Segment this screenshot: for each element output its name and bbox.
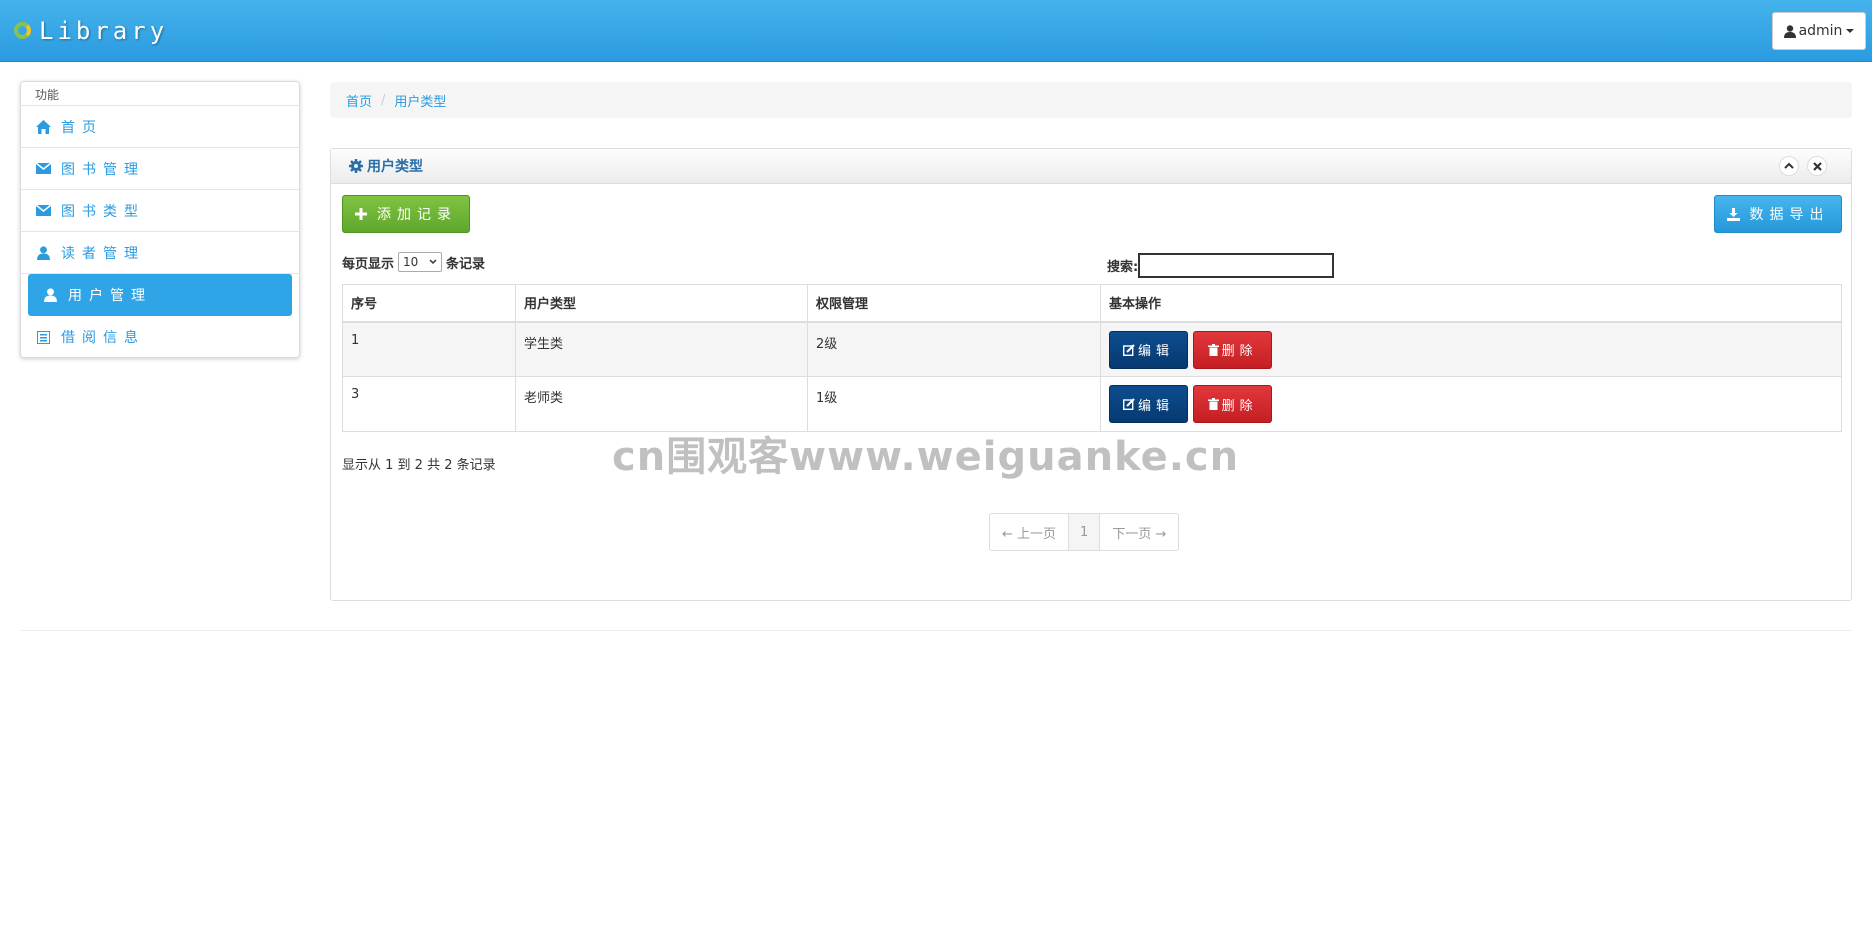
- breadcrumb-separator: /: [381, 92, 386, 108]
- user-type-panel: 用户类型 添加记录 数据导出 每页显示 10 条记录 搜索: 序号 用户类型 权…: [330, 148, 1852, 601]
- table-row: 1 学生类 2级 编辑 删除: [342, 321, 1842, 377]
- sidebar-item-book-types[interactable]: 图书类型: [21, 190, 299, 232]
- page-length-select[interactable]: 10: [398, 252, 443, 272]
- trash-icon: [1207, 398, 1219, 410]
- next-page-button[interactable]: 下一页 →: [1100, 514, 1178, 550]
- sidebar-item-label: 图书类型: [61, 203, 145, 220]
- edit-label: 编辑: [1137, 344, 1174, 359]
- table-info: 显示从 1 到 2 共 2 条记录: [342, 458, 496, 473]
- sidebar-item-borrow-info[interactable]: 借阅信息: [21, 316, 299, 358]
- page-length-control: 每页显示 10 条记录: [342, 252, 485, 272]
- user-name: admin: [1798, 23, 1843, 39]
- user-icon: [35, 245, 51, 261]
- sidebar: 功能 首页 图书管理 图书类型 读者管理 用户管理 借阅信息: [20, 81, 300, 358]
- footer-divider: [20, 630, 1852, 631]
- prev-page-button[interactable]: ← 上一页: [990, 514, 1068, 550]
- edit-icon: [1122, 343, 1135, 356]
- watermark: cn围观客www.weiguanke.cn: [612, 434, 1240, 480]
- add-record-button[interactable]: 添加记录: [342, 195, 470, 233]
- library-logo-icon: [14, 20, 36, 42]
- cell-id: 1: [342, 321, 516, 377]
- column-header: 基本操作: [1100, 284, 1842, 323]
- table-header-row: 序号 用户类型 权限管理 基本操作: [342, 284, 1842, 323]
- envelope-icon: [35, 203, 51, 219]
- pagination: ← 上一页 1 下一页 →: [989, 513, 1180, 551]
- delete-button[interactable]: 删除: [1193, 385, 1273, 423]
- sidebar-title: 功能: [21, 82, 299, 106]
- top-navbar: Library admin: [0, 0, 1872, 62]
- caret-down-icon: [1846, 29, 1855, 33]
- breadcrumb-current[interactable]: 用户类型: [394, 91, 446, 110]
- edit-button[interactable]: 编辑: [1109, 330, 1188, 369]
- sidebar-item-label: 读者管理: [61, 245, 145, 262]
- current-page[interactable]: 1: [1068, 514, 1101, 550]
- edit-icon: [1122, 398, 1135, 410]
- search-control: 搜索:: [1107, 253, 1335, 278]
- delete-label: 删除: [1221, 344, 1258, 359]
- breadcrumb: 首页 / 用户类型: [330, 82, 1852, 118]
- panel-title: 用户类型: [367, 159, 423, 175]
- breadcrumb-home-link[interactable]: 首页: [346, 91, 372, 110]
- sidebar-item-label: 用户管理: [68, 288, 152, 304]
- gear-icon: [349, 159, 363, 173]
- close-button[interactable]: [1807, 156, 1827, 176]
- cell-permission: 2级: [807, 321, 1101, 377]
- length-suffix: 条记录: [446, 256, 486, 272]
- list-icon: [35, 329, 51, 345]
- close-icon: [1812, 161, 1822, 171]
- user-menu-button[interactable]: admin: [1772, 12, 1866, 50]
- column-header[interactable]: 权限管理: [807, 284, 1101, 323]
- plus-icon: [355, 208, 367, 220]
- user-type-table: 序号 用户类型 权限管理 基本操作 1 学生类 2级 编辑 删除 3 老师类 1…: [342, 284, 1842, 432]
- add-record-label: 添加记录: [377, 207, 457, 223]
- edit-label: 编辑: [1137, 398, 1174, 414]
- trash-icon: [1207, 343, 1219, 356]
- cell-user-type: 学生类: [515, 321, 808, 377]
- home-icon: [35, 119, 51, 135]
- envelope-icon: [35, 161, 51, 177]
- length-prefix: 每页显示: [342, 256, 395, 272]
- user-icon: [42, 287, 58, 303]
- user-icon: [1783, 24, 1796, 38]
- delete-label: 删除: [1221, 398, 1258, 414]
- brand-title: Library: [39, 17, 169, 45]
- panel-tools: [1779, 156, 1827, 176]
- sidebar-item-label: 借阅信息: [61, 330, 145, 346]
- chevron-up-icon: [1784, 162, 1794, 169]
- page-length-value: 10: [403, 255, 419, 269]
- edit-button[interactable]: 编辑: [1109, 385, 1188, 423]
- search-input[interactable]: [1138, 253, 1335, 278]
- cell-id: 3: [342, 376, 516, 432]
- panel-header: 用户类型: [331, 149, 1851, 184]
- search-label: 搜索:: [1107, 260, 1139, 275]
- sidebar-item-label: 图书管理: [61, 161, 145, 178]
- cell-actions: 编辑 删除: [1100, 321, 1842, 377]
- delete-button[interactable]: 删除: [1193, 330, 1273, 369]
- column-header[interactable]: 用户类型: [515, 284, 808, 323]
- collapse-button[interactable]: [1779, 156, 1799, 176]
- sidebar-item-books[interactable]: 图书管理: [21, 148, 299, 190]
- export-data-label: 数据导出: [1749, 207, 1830, 223]
- brand-logo[interactable]: Library: [14, 14, 168, 48]
- export-data-button[interactable]: 数据导出: [1714, 195, 1842, 233]
- sidebar-item-readers[interactable]: 读者管理: [21, 232, 299, 274]
- download-icon: [1726, 207, 1740, 221]
- sidebar-item-users[interactable]: 用户管理: [28, 274, 292, 316]
- chevron-down-icon: [429, 259, 437, 265]
- sidebar-item-label: 首页: [61, 119, 103, 136]
- column-header[interactable]: 序号: [342, 284, 516, 323]
- sidebar-item-home[interactable]: 首页: [21, 106, 299, 148]
